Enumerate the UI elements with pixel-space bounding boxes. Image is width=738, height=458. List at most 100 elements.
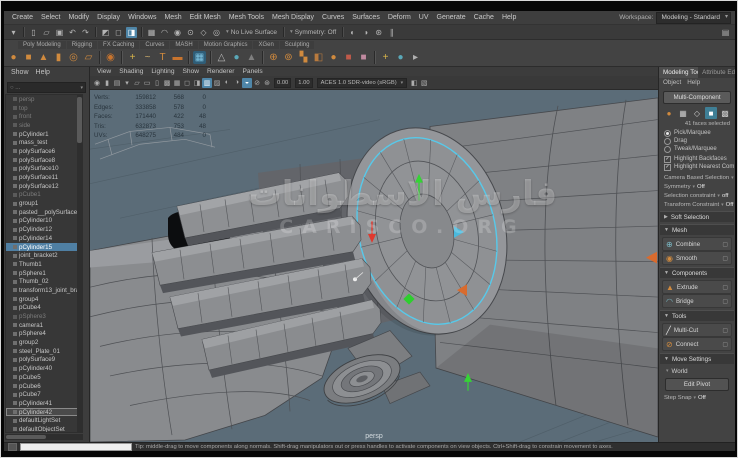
outliner-item[interactable]: polySurface12 <box>6 182 82 191</box>
outliner-search-input[interactable]: ○ ... ▾ <box>7 82 86 93</box>
make-live-icon[interactable]: ◎ <box>211 27 222 38</box>
select-hierarchy-icon[interactable]: ◩ <box>100 27 111 38</box>
shelf-tab-poly-modeling[interactable]: Poly Modeling <box>18 41 66 49</box>
undo-icon[interactable]: ↶ <box>67 27 78 38</box>
outliner-item[interactable]: pSphere1 <box>6 269 82 278</box>
ipr-render-icon[interactable]: ◑ <box>360 27 371 38</box>
menu-item-mesh-tools[interactable]: Mesh Tools <box>225 14 268 21</box>
safe-title-icon[interactable]: ◨ <box>192 78 202 88</box>
field-chart-icon[interactable]: ▦ <box>172 78 182 88</box>
outliner-item[interactable]: pCylinder14 <box>6 234 82 243</box>
anti-aliasing-icon[interactable]: ⊛ <box>262 78 272 88</box>
option-box-icon[interactable]: ▢ <box>722 341 728 348</box>
redo-icon[interactable]: ↷ <box>80 27 91 38</box>
outliner-horizontal-scrollbar[interactable] <box>5 434 83 440</box>
checkbox-option[interactable]: Highlight Nearest Component <box>660 163 734 171</box>
toolkit-button[interactable]: ⊘ Connect ▢ <box>662 337 732 351</box>
bookmark-icon[interactable]: ▾ <box>122 78 132 88</box>
gamma-field[interactable]: 1.00 <box>295 78 312 88</box>
outliner-item[interactable]: pCylinder1 <box>6 130 82 139</box>
tab-attribute-editor[interactable]: Attribute Editor <box>698 67 735 78</box>
step-snap-dropdown[interactable]: Step Snap ▾ Off <box>660 393 734 402</box>
outliner-item[interactable]: Thumb_02 <box>6 277 82 286</box>
grease-pencil-icon[interactable]: ▧ <box>419 78 429 88</box>
outliner-item[interactable]: pCube1 <box>6 191 82 200</box>
shelf-ep-curve-icon[interactable]: ~ <box>141 51 154 64</box>
shelf-tab-fx-caching[interactable]: FX Caching <box>98 41 139 49</box>
outliner-item[interactable]: joint_bracket2 <box>6 251 82 260</box>
shelf-merge-icon[interactable]: ⊚ <box>282 51 295 64</box>
select-camera-icon[interactable]: ◉ <box>92 78 102 88</box>
outliner-item[interactable]: group4 <box>6 295 82 304</box>
shelf-cube-icon[interactable]: ■ <box>22 51 35 64</box>
outliner-item[interactable]: pCube7 <box>6 390 82 399</box>
menu-item-create[interactable]: Create <box>8 14 37 21</box>
outliner-item[interactable]: pCylinder41 <box>6 399 82 408</box>
toolkit-button[interactable]: ▲ Extrude ▢ <box>662 280 732 294</box>
shelf-tab-sculpting[interactable]: Sculpting <box>280 41 315 49</box>
shelf-tab-rigging[interactable]: Rigging <box>67 41 97 49</box>
option-box-icon[interactable]: ▢ <box>722 241 728 248</box>
menu-item-windows[interactable]: Windows <box>124 14 160 21</box>
open-scene-icon[interactable]: ▱ <box>41 27 52 38</box>
select-component-icon[interactable]: ◨ <box>126 27 137 38</box>
radio-option[interactable]: Pick/Marquee <box>660 129 734 137</box>
outliner-item[interactable]: pCylinder42 <box>6 408 82 417</box>
shelf-teal-sphere-icon[interactable]: ● <box>230 51 243 64</box>
exposure-field[interactable]: 0.00 <box>274 78 291 88</box>
option-box-icon[interactable]: ▢ <box>722 255 728 262</box>
outliner-item[interactable]: Thumb1 <box>6 260 82 269</box>
checkbox-option[interactable]: Highlight Backfaces <box>660 155 734 163</box>
menu-item-generate[interactable]: Generate <box>433 14 470 21</box>
outliner-item[interactable]: pCube6 <box>6 382 82 391</box>
shelf-pink-cube-icon[interactable]: ■ <box>357 51 370 64</box>
shelf-cylinder-icon[interactable]: ▮ <box>52 51 65 64</box>
menu-item-modify[interactable]: Modify <box>64 14 93 21</box>
toolkit-dropdown[interactable]: Selection constraint ▾ off <box>660 191 734 200</box>
mel-command-input[interactable] <box>20 443 132 451</box>
outliner-item[interactable]: pCylinder10 <box>6 217 82 226</box>
outliner-item[interactable]: transform13_joint_bracket1 <box>6 286 82 295</box>
lock-camera-icon[interactable]: ▮ <box>102 78 112 88</box>
tab-modeling-toolkit[interactable]: Modeling Toolkit <box>659 67 698 78</box>
shelf-bevel-icon[interactable]: ◧ <box>312 51 325 64</box>
vertex-mode-icon[interactable]: ▦ <box>677 107 689 119</box>
camera-attributes-icon[interactable]: ▤ <box>112 78 122 88</box>
outliner-item[interactable]: mass_test <box>6 138 82 147</box>
outliner-menu-item-show[interactable]: Show <box>11 69 29 80</box>
shelf-red-cube-icon[interactable]: ■ <box>342 51 355 64</box>
face-mode-icon[interactable]: ■ <box>705 107 717 119</box>
uv-mode-icon[interactable]: ▩ <box>719 107 731 119</box>
viewport-menu-item-lighting[interactable]: Lighting <box>151 68 174 75</box>
motion-blur-icon[interactable]: ⊘ <box>252 78 262 88</box>
image-plane-icon[interactable]: ▱ <box>132 78 142 88</box>
outliner-item[interactable]: camera1 <box>6 321 82 330</box>
outliner-menu-item-help[interactable]: Help <box>36 69 50 80</box>
viewport-menu-item-renderer[interactable]: Renderer <box>207 68 235 75</box>
shelf-tab-xgen[interactable]: XGen <box>253 41 278 49</box>
toolkit-dropdown[interactable]: Camera Based Selection ▾ Off <box>660 173 734 182</box>
shelf-blocks-icon[interactable]: ▚ <box>297 51 310 64</box>
edit-pivot-button[interactable]: Edit Pivot <box>665 378 729 391</box>
menu-item-curves[interactable]: Curves <box>318 14 348 21</box>
shelf-bolt-icon[interactable]: + <box>379 51 392 64</box>
menu-item-select[interactable]: Select <box>37 14 64 21</box>
toolkit-menu-item-object[interactable]: Object <box>663 79 681 88</box>
menu-item-mesh-display[interactable]: Mesh Display <box>268 14 318 21</box>
radio-option[interactable]: Tweak/Marquee <box>660 145 734 153</box>
section-mesh[interactable]: ▼ Mesh <box>660 224 734 235</box>
outliner-item[interactable]: pCylinder40 <box>6 364 82 373</box>
outliner-item[interactable]: pSphere4 <box>6 330 82 339</box>
option-box-icon[interactable]: ▢ <box>722 284 728 291</box>
shelf-pyramid-icon[interactable]: ▲ <box>245 51 258 64</box>
ambient-occlusion-icon[interactable]: ◒ <box>242 78 252 88</box>
3d-scene[interactable]: Verts: 159812 568 0 Edges: 333858 578 0 <box>90 90 658 442</box>
section-move-settings[interactable]: ▼ Move Settings <box>660 353 734 364</box>
resolution-gate-icon[interactable]: ▯ <box>152 78 162 88</box>
toolkit-button[interactable]: ⊕ Combine ▢ <box>662 237 732 251</box>
shelf-boolean-icon[interactable]: ⊕ <box>267 51 280 64</box>
menu-item-surfaces[interactable]: Surfaces <box>348 14 384 21</box>
snap-grid-icon[interactable]: ▦ <box>146 27 157 38</box>
outliner-item[interactable]: polySurface10 <box>6 165 82 174</box>
live-surface-dropdown[interactable]: ▾ No Live Surface <box>223 29 280 36</box>
